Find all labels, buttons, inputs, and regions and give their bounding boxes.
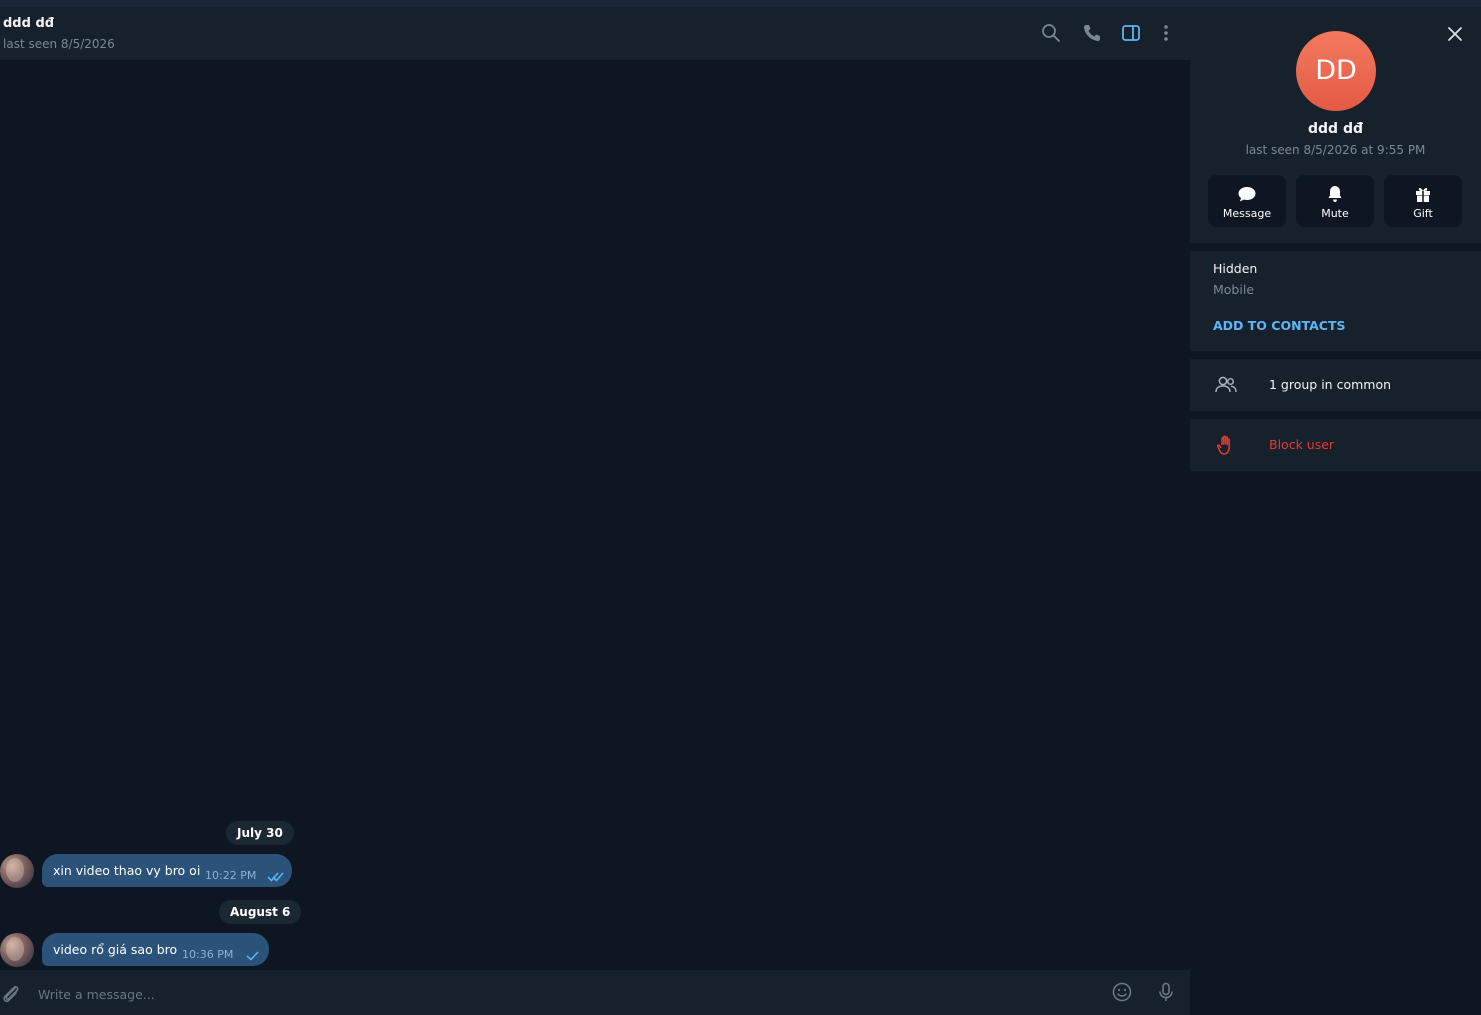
double-check-icon [267, 868, 285, 882]
message-bubble[interactable]: video rổ giá sao bro 10:36 PM [42, 933, 269, 966]
chat-bubble-icon [1237, 184, 1257, 204]
message-time: 10:22 PM [205, 869, 257, 882]
sender-avatar[interactable] [0, 854, 34, 888]
gift-button-label: Gift [1413, 207, 1433, 220]
chat-header[interactable]: ddd dđ last seen 8/5/2026 [0, 7, 1190, 61]
message-time: 10:36 PM [182, 948, 234, 961]
groups-in-common-label: 1 group in common [1269, 377, 1392, 392]
mute-button-label: Mute [1321, 207, 1349, 220]
phone-value[interactable]: Hidden [1213, 261, 1257, 276]
message-input[interactable] [38, 984, 1038, 1004]
profile-header: DD ddd dđ last seen 8/5/2026 at 9:55 PM … [1190, 7, 1481, 243]
message-button-label: Message [1222, 207, 1272, 220]
date-separator: August 6 [219, 900, 302, 924]
message-bubble[interactable]: xin video thao vy bro oi 10:22 PM [42, 854, 292, 887]
groups-in-common-row[interactable]: 1 group in common [1190, 359, 1481, 411]
contact-info-card: Hidden Mobile ADD TO CONTACTS [1190, 251, 1481, 351]
gift-button[interactable]: Gift [1384, 175, 1462, 227]
add-to-contacts-button[interactable]: ADD TO CONTACTS [1213, 318, 1345, 333]
chat-area: ddd dđ last seen 8/5/2026 July 30 xin vi… [0, 7, 1190, 1015]
date-separator: July 30 [226, 821, 294, 845]
close-icon[interactable] [1444, 23, 1466, 45]
phone-label: Mobile [1213, 282, 1255, 297]
search-icon[interactable] [1040, 22, 1062, 44]
mute-button[interactable]: Mute [1296, 175, 1374, 227]
message-button[interactable]: Message [1208, 175, 1286, 227]
profile-name: ddd dđ [1308, 121, 1363, 137]
profile-last-seen: last seen 8/5/2026 at 9:55 PM [1245, 143, 1426, 157]
profile-avatar[interactable]: DD [1296, 31, 1376, 111]
message-text: xin video thao vy bro oi [53, 863, 201, 878]
people-icon [1214, 374, 1238, 396]
message-text: video rổ giá sao bro [53, 942, 178, 957]
chat-last-seen: last seen 8/5/2026 [3, 37, 115, 51]
block-user-row[interactable]: Block user [1190, 419, 1481, 471]
emoji-icon[interactable] [1111, 981, 1133, 1003]
hand-stop-icon [1214, 434, 1238, 456]
chat-title[interactable]: ddd dđ [3, 16, 54, 31]
paperclip-icon[interactable] [0, 982, 22, 1004]
gift-icon [1413, 184, 1433, 204]
window-top-strip [0, 0, 1481, 7]
more-vertical-icon[interactable] [1155, 22, 1177, 44]
phone-icon[interactable] [1081, 22, 1103, 44]
check-icon [244, 947, 262, 961]
block-user-label: Block user [1269, 437, 1335, 452]
microphone-icon[interactable] [1155, 981, 1177, 1003]
profile-panel: DD ddd dđ last seen 8/5/2026 at 9:55 PM … [1190, 7, 1481, 1015]
sender-avatar[interactable] [0, 933, 34, 967]
sidebar-toggle-icon[interactable] [1120, 22, 1142, 44]
message-composer [0, 970, 1190, 1015]
bell-icon [1325, 184, 1345, 204]
